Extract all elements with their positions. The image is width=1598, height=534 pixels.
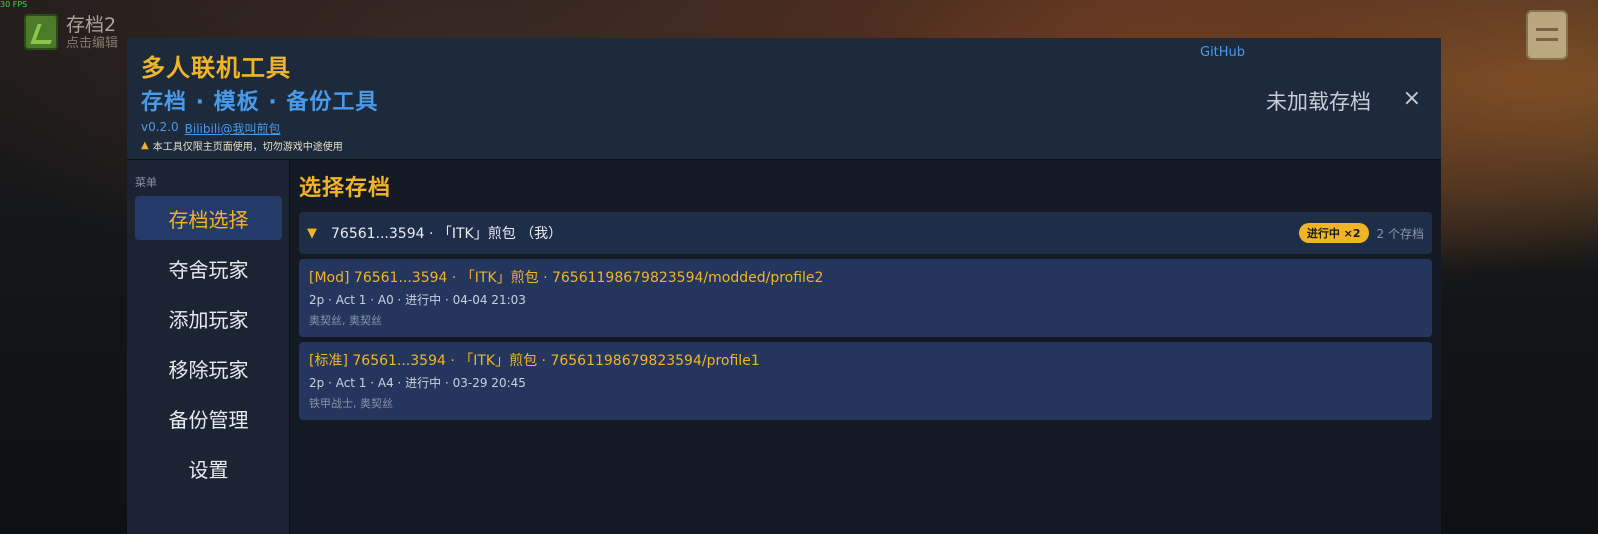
save-meta: 2p · Act 1 · A0 · 进行中 · 04-04 21:03 — [309, 293, 526, 307]
menu-label: 菜单 — [135, 176, 157, 189]
warning-row: ▲ 本工具仅限主页面使用，切勿游戏中途使用 — [141, 138, 343, 153]
save-title: [标准] 76561...3594 · 「ITK」煎包 · 7656119867… — [309, 353, 760, 369]
github-link[interactable]: GitHub — [1200, 45, 1245, 60]
group-title: 76561...3594 · 「ITK」煎包 （我） — [331, 226, 563, 242]
account-group-header[interactable]: ▼ 76561...3594 · 「ITK」煎包 （我） 进行中 ×2 2 个存… — [299, 212, 1432, 254]
sidebar-item-add-player[interactable]: 添加玩家 — [135, 296, 282, 340]
warning-text: 本工具仅限主页面使用，切勿游戏中途使用 — [152, 142, 343, 153]
close-button[interactable]: × — [1403, 86, 1421, 111]
scroll-icon[interactable] — [1526, 10, 1568, 60]
sidebar-item-save-select[interactable]: 存档选择 — [135, 196, 282, 240]
game-save-slot[interactable]: 存档2 点击编辑 — [24, 14, 118, 52]
chevron-down-icon: ▼ — [307, 225, 317, 241]
save-title: [Mod] 76561...3594 · 「ITK」煎包 · 765611986… — [309, 270, 824, 286]
version-label: v0.2.0 — [141, 120, 179, 134]
version-row: v0.2.0 Bilibili@我叫煎包 — [141, 120, 281, 137]
status-badge: 进行中 ×2 — [1298, 223, 1369, 243]
warning-icon: ▲ — [141, 140, 149, 151]
slot-icon — [24, 14, 58, 50]
main-content: 选择存档 ▼ 76561...3594 · 「ITK」煎包 （我） 进行中 ×2… — [290, 160, 1441, 534]
sidebar-item-remove-player[interactable]: 移除玩家 — [135, 346, 282, 390]
fps-counter: 30 FPS — [0, 0, 28, 9]
save-meta: 2p · Act 1 · A4 · 进行中 · 03-29 20:45 — [309, 376, 526, 390]
section-title: 选择存档 — [299, 176, 392, 201]
panel-header: 多人联机工具 存档 · 模板 · 备份工具 v0.2.0 Bilibili@我叫… — [127, 38, 1441, 160]
save-characters: 奥契丝, 奥契丝 — [309, 314, 382, 327]
sidebar: 菜单 存档选择 夺舍玩家 添加玩家 移除玩家 备份管理 设置 — [127, 160, 290, 534]
sidebar-item-settings[interactable]: 设置 — [135, 446, 282, 490]
author-link[interactable]: Bilibili@我叫煎包 — [185, 120, 281, 137]
slot-name: 存档2 — [66, 14, 117, 36]
save-characters: 铁甲战士, 奥契丝 — [309, 397, 393, 410]
save-card[interactable]: [标准] 76561...3594 · 「ITK」煎包 · 7656119867… — [299, 342, 1432, 420]
save-status: 未加载存档 — [1266, 90, 1371, 114]
app-subtitle: 存档 · 模板 · 备份工具 — [141, 90, 379, 115]
save-count: 2 个存档 — [1376, 226, 1424, 241]
sidebar-item-possess-player[interactable]: 夺舍玩家 — [135, 246, 282, 290]
sidebar-item-backup[interactable]: 备份管理 — [135, 396, 282, 440]
multiplayer-tool-panel: 多人联机工具 存档 · 模板 · 备份工具 v0.2.0 Bilibili@我叫… — [127, 38, 1441, 534]
save-card[interactable]: [Mod] 76561...3594 · 「ITK」煎包 · 765611986… — [299, 259, 1432, 337]
app-title: 多人联机工具 — [141, 54, 291, 82]
slot-hint: 点击编辑 — [66, 36, 119, 51]
